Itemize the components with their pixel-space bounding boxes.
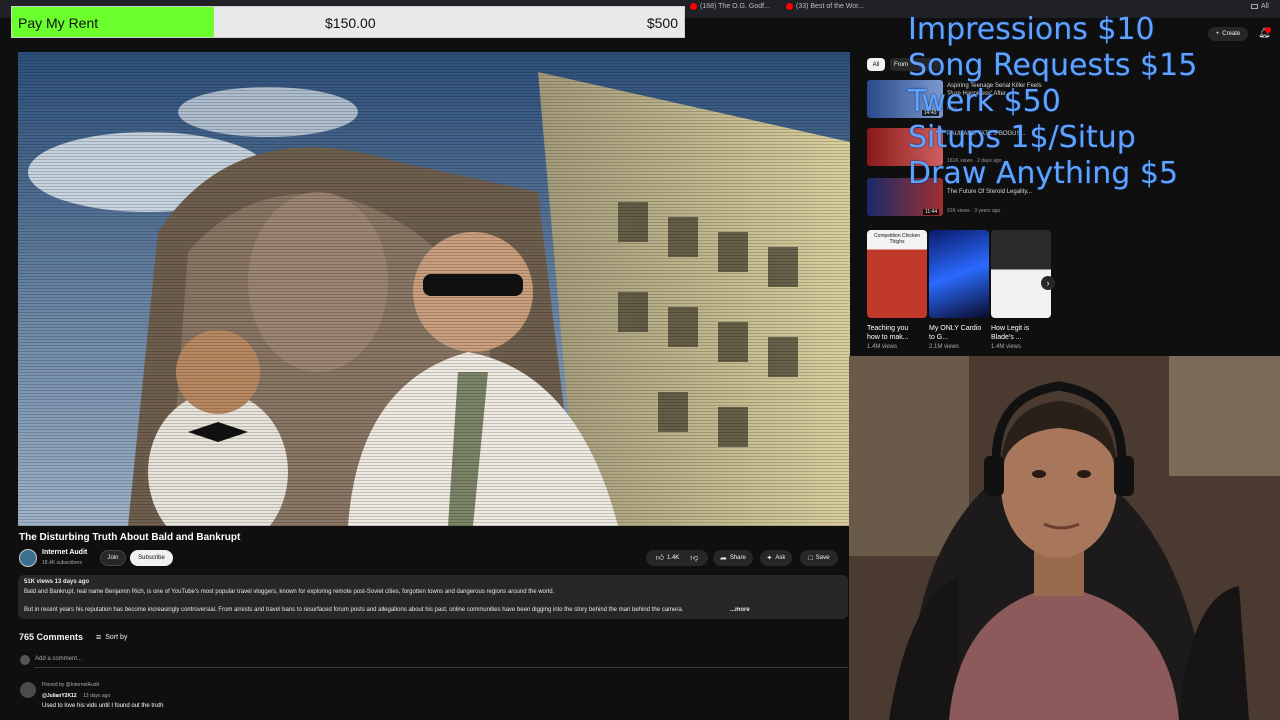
short-views: 2.1M views: [929, 344, 960, 350]
goal-target-amount: $500: [646, 15, 678, 31]
notification-badge: [1265, 27, 1271, 33]
video-frame: [18, 52, 850, 526]
pinned-label: Pinned by @InternetAudit: [42, 682, 100, 688]
subscriber-count: 18.4K subscribers: [42, 560, 83, 566]
goal-current-amount: $150.00: [325, 15, 376, 31]
join-label: Join: [107, 555, 119, 561]
description-paragraph-1: Bald and Bankrupt, real name Benjamin Ri…: [24, 589, 555, 595]
sort-by-button[interactable]: ≡ Sort by: [96, 632, 127, 642]
browser-tab-label: (168) The O.G. Godf...: [700, 3, 770, 10]
channel-avatar[interactable]: [19, 549, 37, 567]
create-label: Create: [1222, 31, 1241, 37]
views-and-date: 51K views 13 days ago: [24, 579, 90, 585]
comment-time: 13 days ago: [83, 693, 111, 699]
youtube-icon: [690, 3, 697, 10]
ask-button[interactable]: ✦ Ask: [760, 550, 792, 566]
chip-all[interactable]: All: [867, 58, 885, 71]
ask-label: Ask: [775, 555, 786, 561]
user-avatar: [20, 655, 30, 665]
comment-count: 765 Comments: [19, 632, 84, 642]
more-link[interactable]: ...more: [730, 607, 750, 613]
menu-item-twerk: Twerk $50: [908, 84, 1061, 119]
bookmark-icon: □: [808, 554, 813, 562]
thumbs-down-icon[interactable]: 👎︎: [690, 553, 698, 563]
menu-item-situps: Situps 1$/Situp: [908, 120, 1136, 155]
short-card[interactable]: My ONLY Cardio to G... 2.1M views: [929, 230, 989, 352]
description-paragraph-2: But in recent years his reputation has b…: [24, 607, 684, 613]
like-dislike-group: 👍︎ 1.4K 👎︎: [646, 550, 708, 566]
share-icon: ➦: [720, 553, 727, 563]
chevron-right-icon[interactable]: ›: [1041, 276, 1055, 290]
create-button[interactable]: + Create: [1208, 27, 1248, 41]
sort-icon: ≡: [96, 632, 102, 642]
suggestion-meta: 91K views · 3 years ago: [947, 208, 1001, 214]
duration-badge: 11:44: [923, 209, 940, 215]
save-label: Save: [815, 555, 830, 561]
chip-all-label: All: [872, 61, 880, 68]
comment-author[interactable]: @JulianY2K12: [42, 693, 77, 699]
commenter-avatar[interactable]: [20, 682, 36, 698]
comment-text: Used to love his vids until I found out …: [42, 703, 164, 709]
video-player[interactable]: [18, 52, 850, 526]
like-button[interactable]: 👍︎ 1.4K: [656, 553, 680, 563]
save-button[interactable]: □ Save: [800, 550, 838, 566]
short-views: 1.4M views: [991, 344, 1022, 350]
bookmarks-folder[interactable]: All: [1251, 3, 1269, 10]
browser-tab[interactable]: (33) Best of the Wor...: [786, 3, 864, 10]
comment-input-underline: [34, 667, 848, 668]
short-views: 1.4M views: [867, 344, 898, 350]
subscribe-label: Subscribe: [138, 555, 165, 561]
menu-item-song-requests: Song Requests $15: [908, 48, 1198, 83]
youtube-icon: [786, 3, 793, 10]
short-title: Teaching you how to mak...: [867, 325, 909, 341]
short-title: How Legit is Blade's ...: [991, 325, 1030, 341]
subscribe-button[interactable]: Subscribe: [130, 550, 173, 566]
like-count: 1.4K: [666, 555, 680, 561]
share-label: Share: [729, 555, 746, 561]
video-title: The Disturbing Truth About Bald and Bank…: [19, 532, 241, 543]
webcam-image: [849, 356, 1280, 720]
sort-label: Sort by: [105, 633, 128, 641]
short-overlay-text: Competition Chicken Thighs: [873, 233, 921, 245]
menu-item-impressions: Impressions $10: [908, 12, 1155, 47]
short-thumbnail: [991, 230, 1051, 318]
browser-tab[interactable]: (168) The O.G. Godf...: [690, 3, 770, 10]
plus-icon: +: [1215, 31, 1220, 37]
short-thumbnail: Competition Chicken Thighs: [867, 230, 927, 318]
channel-name[interactable]: Internet Audit: [42, 549, 87, 556]
share-button[interactable]: ➦ Share: [713, 550, 753, 566]
goal-label: Pay My Rent: [18, 15, 99, 31]
short-card[interactable]: Competition Chicken Thighs Teaching you …: [867, 230, 927, 352]
browser-tab-label: (33) Best of the Wor...: [796, 3, 864, 10]
short-title: My ONLY Cardio to G...: [929, 325, 982, 341]
bookmarks-label: All: [1261, 3, 1269, 10]
join-button[interactable]: Join: [100, 550, 126, 566]
sparkle-icon: ✦: [766, 555, 773, 562]
menu-item-draw-anything: Draw Anything $5: [908, 156, 1179, 191]
chip-from-label: From: [894, 61, 908, 68]
donation-goal-bar: Pay My Rent $150.00 $500: [11, 6, 685, 38]
thumbs-up-icon: 👍︎: [655, 553, 664, 562]
add-comment-input[interactable]: Add a comment...: [35, 656, 82, 662]
webcam-feed: [849, 356, 1280, 720]
short-card[interactable]: How Legit is Blade's ... 1.4M views: [991, 230, 1051, 352]
folder-icon: [1251, 4, 1258, 9]
short-thumbnail: [929, 230, 989, 318]
